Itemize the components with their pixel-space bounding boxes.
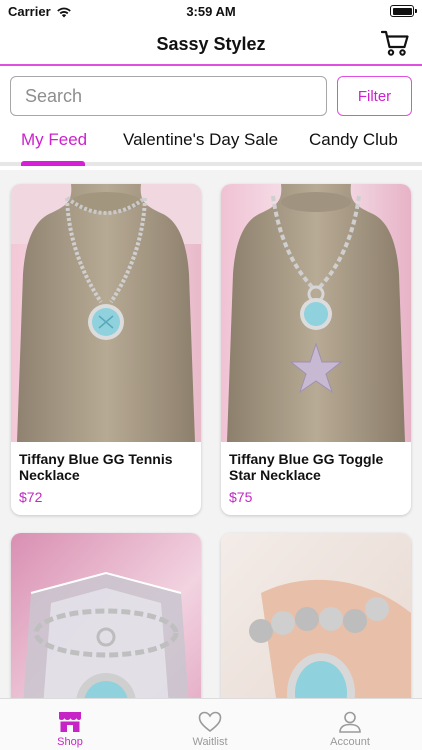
status-bar: Carrier 3:59 AM [0,0,422,22]
battery-icon [390,5,417,17]
clock: 3:59 AM [186,4,236,19]
search-input[interactable] [10,76,327,116]
heart-icon [198,711,222,733]
product-grid: Tiffany Blue GG Tennis Necklace $72 Tiff… [0,170,422,698]
product-price: $75 [229,489,253,505]
product-card[interactable]: Tiffany Blue GG Toggle Star Necklace $75 [221,184,411,515]
tab-account[interactable]: Account [280,699,420,750]
product-price: $72 [19,489,43,505]
shop-icon [59,712,81,732]
feed-tabs: My Feed Valentine's Day Sale Candy Club [0,124,422,166]
tab-account-label: Account [330,736,370,748]
product-image [221,184,411,442]
tab-waitlist[interactable]: Waitlist [140,699,280,750]
tab-valentines-day-sale[interactable]: Valentine's Day Sale [123,130,278,150]
navigation-bar: Sassy Stylez [0,22,422,66]
tab-waitlist-label: Waitlist [192,736,228,748]
cart-icon[interactable] [380,28,410,58]
page-title: Sassy Stylez [156,34,266,54]
product-name: Tiffany Blue GG Tennis Necklace [19,451,173,483]
product-card[interactable] [221,533,411,698]
product-name: Tiffany Blue GG Toggle Star Necklace [229,451,384,483]
product-image [11,184,201,442]
product-card[interactable] [11,533,201,698]
bottom-tab-bar: Shop Waitlist Account [0,698,422,750]
app-screen: Carrier 3:59 AM Sassy Stylez Filter My F… [0,0,422,750]
active-tab-indicator [21,161,85,166]
product-image [221,533,411,698]
product-card[interactable]: Tiffany Blue GG Tennis Necklace $72 [11,184,201,515]
tab-shop[interactable]: Shop [0,699,140,750]
tab-candy-club[interactable]: Candy Club [309,130,398,150]
account-icon [339,711,361,733]
product-image [11,533,201,698]
filter-button[interactable]: Filter [337,76,412,116]
tab-shop-label: Shop [57,736,83,748]
tab-my-feed[interactable]: My Feed [21,130,87,150]
